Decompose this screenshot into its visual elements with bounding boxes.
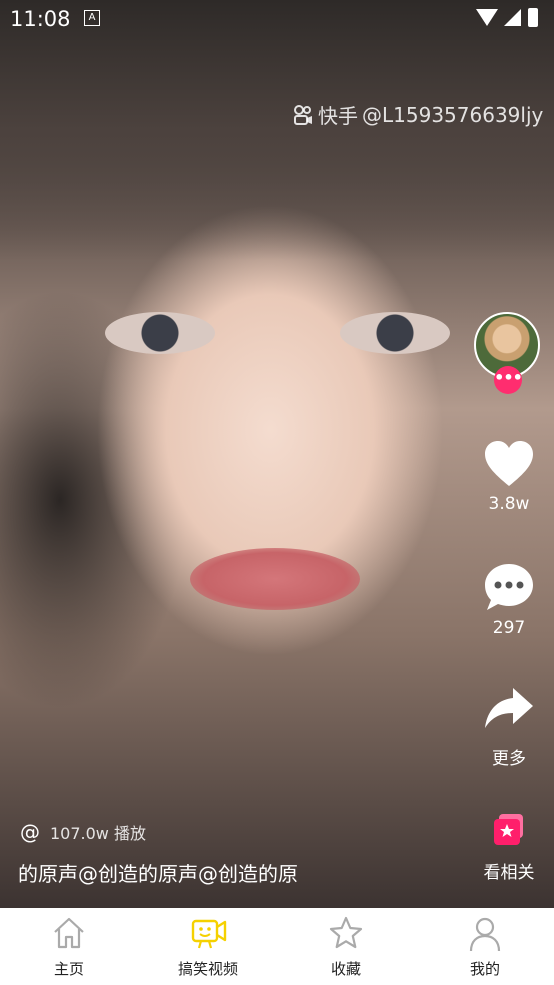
more-dots-icon[interactable]: ••• — [494, 366, 523, 394]
tab-me[interactable]: 我的 — [435, 908, 535, 985]
signal-icon — [504, 9, 521, 26]
related-label: 看相关 — [483, 863, 535, 883]
video-frame-hair — [0, 0, 554, 260]
video-frame-eye-right — [340, 312, 450, 354]
caption-username[interactable]: @ — [20, 820, 40, 844]
video-player[interactable] — [0, 0, 554, 908]
notification-icon: A — [84, 10, 100, 26]
video-icon — [191, 919, 227, 949]
watermark-handle: @L1593576639ljy — [362, 102, 544, 127]
status-time: 11:08 — [10, 7, 71, 31]
heart-icon — [485, 441, 533, 486]
like-button[interactable]: 3.8w — [474, 440, 544, 514]
related-button[interactable]: 看相关 — [474, 812, 544, 883]
home-icon — [54, 917, 84, 949]
bottom-tab-bar: 主页 搞笑视频 收藏 我的 — [0, 908, 554, 985]
kuaishou-logo-icon — [294, 104, 312, 125]
user-icon — [469, 917, 501, 952]
watermark-brand: 快手 — [318, 104, 358, 128]
related-icon — [494, 814, 523, 845]
video-frame-eye-left — [105, 312, 215, 354]
video-frame-lips — [190, 548, 360, 610]
comment-button[interactable]: 297 — [474, 562, 544, 638]
star-icon — [329, 916, 363, 949]
caption-author[interactable]: @107.0w 播放 — [20, 820, 146, 844]
share-button[interactable]: 更多 — [474, 686, 544, 769]
watermark: 快手 @L1593576639ljy — [292, 100, 543, 129]
status-bar: 11:08 A — [0, 0, 554, 38]
tab-favorites-label: 收藏 — [330, 960, 361, 978]
share-label: 更多 — [492, 749, 526, 769]
wifi-icon — [476, 9, 498, 26]
comment-icon — [485, 564, 533, 610]
tab-me-label: 我的 — [469, 960, 500, 978]
tab-home-label: 主页 — [53, 960, 84, 978]
tab-funny-videos-label: 搞笑视频 — [177, 960, 238, 978]
tab-funny-videos[interactable]: 搞笑视频 — [158, 908, 258, 985]
play-count: 107.0w 播放 — [50, 824, 146, 843]
like-count: 3.8w — [488, 494, 530, 514]
share-icon — [485, 688, 533, 728]
battery-icon — [528, 8, 538, 27]
comment-count: 297 — [492, 618, 526, 638]
tab-home[interactable]: 主页 — [19, 908, 119, 985]
tab-favorites[interactable]: 收藏 — [296, 908, 396, 985]
caption-text[interactable]: 的原声@创造的原声@创造的原 — [18, 858, 318, 887]
